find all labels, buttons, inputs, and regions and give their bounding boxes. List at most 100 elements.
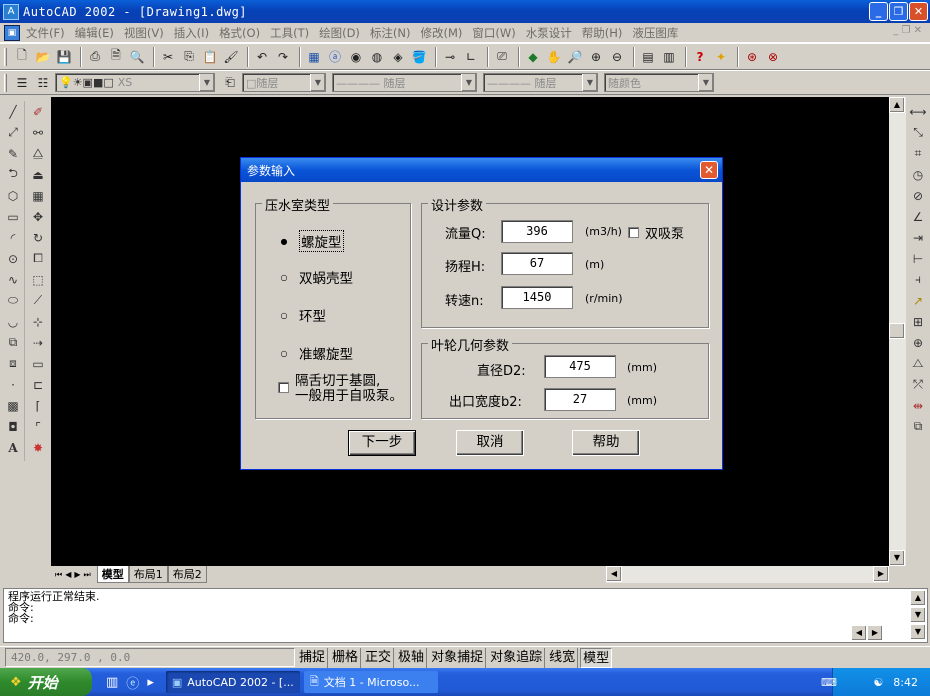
menu-help[interactable]: 帮助(H): [582, 25, 623, 41]
break-at-point-icon[interactable]: ⊏: [29, 376, 47, 394]
visual-style-icon[interactable]: ◆: [524, 48, 542, 66]
save-icon[interactable]: 💾: [55, 48, 73, 66]
aligned-dimension-icon[interactable]: ⤡: [909, 124, 927, 142]
command-scroll-right-icon[interactable]: ▶: [867, 625, 883, 641]
chevron-down-icon[interactable]: ▼: [310, 74, 325, 91]
polygon-icon[interactable]: ⮌: [4, 166, 22, 184]
explode-icon[interactable]: ✸: [29, 439, 47, 457]
vertical-scrollbar[interactable]: ▲ ▼: [889, 97, 906, 566]
fillet-icon[interactable]: ⌜: [29, 418, 47, 436]
linetype-combo[interactable]: ———— 随层 ▼: [332, 73, 477, 92]
lineweight-toggle[interactable]: 线宽: [547, 647, 579, 668]
linear-dimension-icon[interactable]: ⟷: [909, 103, 927, 121]
target-icon[interactable]: ⊛: [743, 48, 761, 66]
radio-quasi-spiral[interactable]: ○ 准螺旋型: [278, 343, 354, 363]
move-icon[interactable]: ✥: [29, 208, 47, 226]
toolbar-grip[interactable]: [4, 73, 7, 92]
paste-icon[interactable]: 📋: [201, 48, 219, 66]
menu-pump-design[interactable]: 水泵设计: [526, 25, 572, 41]
menu-file[interactable]: 文件(F): [26, 25, 65, 41]
diameter-input[interactable]: 475: [544, 355, 616, 378]
chevron-down-icon[interactable]: ▼: [698, 74, 713, 91]
paint-icon[interactable]: 🪣: [410, 48, 428, 66]
network-icon[interactable]: ☯: [873, 676, 883, 689]
diameter-dimension-icon[interactable]: ⊘: [909, 187, 927, 205]
scale-icon[interactable]: ⧠: [29, 250, 47, 268]
plotstyle-combo[interactable]: 随颜色 ▼: [604, 73, 714, 92]
offset-icon[interactable]: ⏏: [29, 166, 47, 184]
coordinate-display[interactable]: 420.0, 297.0 , 0.0: [5, 648, 295, 667]
autocad-app-icon[interactable]: A: [3, 3, 19, 20]
layer-previous-icon[interactable]: ⎗: [221, 74, 239, 92]
clock[interactable]: 8:42: [893, 676, 918, 689]
color-combo[interactable]: □随层 ▼: [242, 73, 326, 92]
cancel-button[interactable]: 取消: [456, 430, 524, 456]
center-mark-icon[interactable]: ⊕: [909, 334, 927, 352]
otrack-toggle[interactable]: 对象追踪: [488, 647, 546, 668]
restore-button[interactable]: ❐: [889, 2, 908, 21]
properties-icon[interactable]: ▤: [639, 48, 657, 66]
mirror-icon[interactable]: ⧋: [29, 145, 47, 163]
tab-layout2[interactable]: 布局2: [167, 566, 207, 583]
highlight-icon[interactable]: ✦: [712, 48, 730, 66]
grid-toggle[interactable]: 栅格: [330, 647, 362, 668]
array-icon[interactable]: ▦: [29, 187, 47, 205]
dialog-title-bar[interactable]: 参数输入: [241, 158, 722, 182]
break-icon[interactable]: ▭: [29, 355, 47, 373]
leader-icon[interactable]: ↗: [909, 292, 927, 310]
lengthen-icon[interactable]: ⟋: [29, 292, 47, 310]
chamfer-icon[interactable]: ⌈: [29, 397, 47, 415]
print-preview-icon[interactable]: 🗎: [107, 48, 125, 66]
region-icon[interactable]: ◘: [4, 418, 22, 436]
pan-icon[interactable]: ✋: [545, 48, 563, 66]
design-center-icon[interactable]: ▦: [305, 48, 323, 66]
redo-icon[interactable]: ↷: [274, 48, 292, 66]
chevron-down-icon[interactable]: ▼: [461, 74, 476, 91]
menu-view[interactable]: 视图(V): [124, 25, 164, 41]
insert-block-icon[interactable]: ⧉: [4, 334, 22, 352]
extend-icon[interactable]: ⇢: [29, 334, 47, 352]
radio-annular[interactable]: ○ 环型: [278, 305, 327, 325]
menu-modify[interactable]: 修改(M): [421, 25, 463, 41]
named-views-icon[interactable]: ⎚: [493, 48, 511, 66]
polygon-shape-icon[interactable]: ⬡: [4, 187, 22, 205]
render-icon[interactable]: ◍: [368, 48, 386, 66]
zoom-window-icon[interactable]: ⊕: [587, 48, 605, 66]
ordinate-dimension-icon[interactable]: ⌗: [909, 145, 927, 163]
command-window[interactable]: 程序运行正常结束. 命令: 命令: ▲ ▼ ▼ ◀ ▶: [3, 588, 928, 643]
tab-model[interactable]: 模型: [96, 566, 129, 583]
make-object-layer-current-icon[interactable]: ☰: [13, 74, 31, 92]
rotate-icon[interactable]: ↻: [29, 229, 47, 247]
head-input[interactable]: 67: [501, 252, 573, 275]
hatch-icon[interactable]: ▩: [4, 397, 22, 415]
scroll-up-icon[interactable]: ▲: [889, 97, 905, 113]
line-icon[interactable]: ╱: [4, 103, 22, 121]
print-icon[interactable]: ⎙: [86, 48, 104, 66]
task-autocad[interactable]: ▣ AutoCAD 2002 - [...: [165, 671, 300, 693]
undo-icon[interactable]: ↶: [253, 48, 271, 66]
open-file-icon[interactable]: 📂: [34, 48, 52, 66]
polar-toggle[interactable]: 极轴: [396, 647, 428, 668]
copy-icon[interactable]: ⎘: [180, 48, 198, 66]
make-block-icon[interactable]: ⧈: [4, 355, 22, 373]
radio-double-volute[interactable]: ○ 双蜗壳型: [278, 267, 354, 287]
tongue-tangent-checkbox[interactable]: 隔舌切于基圆, 一般用于自吸泵。: [278, 374, 403, 404]
stretch-icon[interactable]: ⬚: [29, 271, 47, 289]
spline-icon[interactable]: ∿: [4, 271, 22, 289]
help-button[interactable]: 帮助: [572, 430, 640, 456]
first-tab-icon[interactable]: ⏮: [55, 570, 62, 580]
copy-object-icon[interactable]: ⚯: [29, 124, 47, 142]
lineweight-combo[interactable]: ———— 随层 ▼: [483, 73, 598, 92]
construction-line-icon[interactable]: ⤢: [4, 124, 22, 142]
ellipse-arc-icon[interactable]: ◡: [4, 313, 22, 331]
zoom-previous-icon[interactable]: ⊖: [608, 48, 626, 66]
ellipse-icon[interactable]: ⬭: [4, 292, 22, 310]
dimension-text-edit-icon[interactable]: ⤱: [909, 376, 927, 394]
horizontal-scrollbar[interactable]: ◀ ▶: [606, 566, 889, 583]
quicklaunch-ie-icon[interactable]: ⓔ: [126, 673, 139, 692]
scroll-thumb[interactable]: [889, 323, 905, 339]
baseline-dimension-icon[interactable]: ⊢: [909, 250, 927, 268]
command-scroll-down-icon[interactable]: ▼: [910, 607, 926, 623]
menu-insert[interactable]: 插入(I): [174, 25, 209, 41]
window-title-bar[interactable]: A AutoCAD 2002 - [Drawing1.dwg] _ ❐ ✕: [0, 0, 930, 23]
